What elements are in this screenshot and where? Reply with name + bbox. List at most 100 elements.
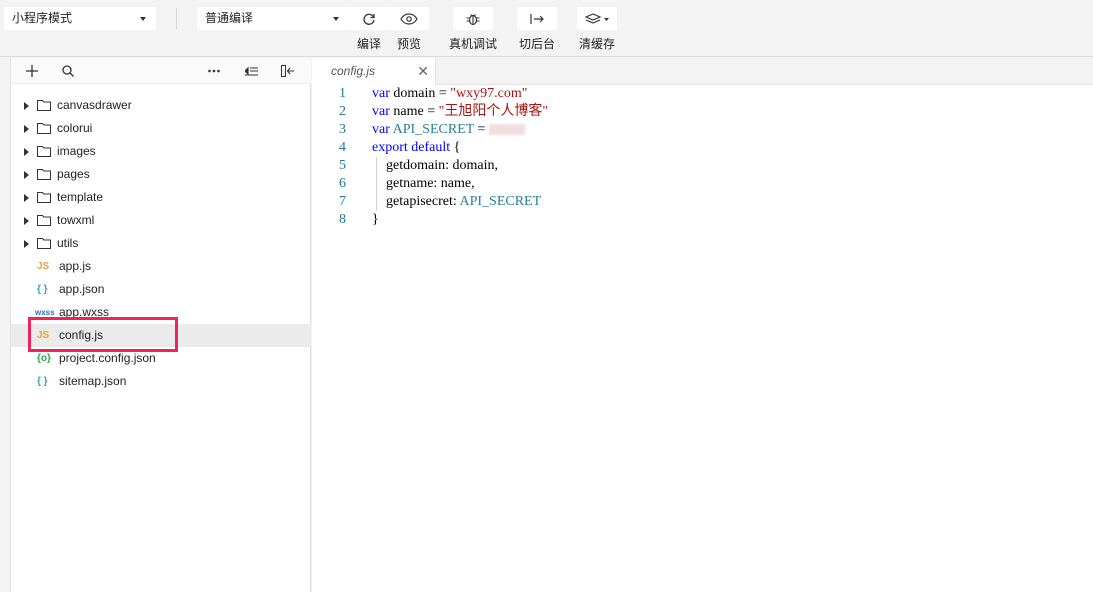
editor-tab-bar: config.js ✕ bbox=[312, 58, 1093, 85]
code-line: 3 var API_SECRET = bbox=[312, 121, 1093, 139]
folder-icon bbox=[37, 146, 51, 157]
folder-icon bbox=[37, 123, 51, 134]
line-number: 7 bbox=[339, 194, 346, 209]
top-toolbar: 小程序模式 普通编译 编译 预览 真机调试 切后台 清缓存 bbox=[0, 0, 1093, 57]
line-text: getname: name, bbox=[372, 176, 475, 191]
folder-label: colorui bbox=[57, 121, 93, 135]
folder-label: canvasdrawer bbox=[57, 98, 132, 112]
folder-item-colorui[interactable]: colorui bbox=[11, 117, 311, 140]
clear-cache-button[interactable] bbox=[577, 7, 617, 30]
mode-select[interactable]: 小程序模式 bbox=[4, 7, 156, 30]
file-label: app.json bbox=[59, 282, 105, 296]
file-item-app-js[interactable]: JS app.js bbox=[11, 255, 311, 278]
code-line: 8 } bbox=[312, 211, 1093, 229]
code-line: 7 getapisecret: API_SECRET bbox=[312, 193, 1093, 211]
code-line: 6 getname: name, bbox=[312, 175, 1093, 193]
device-debug-label: 真机调试 bbox=[449, 37, 498, 51]
folder-icon bbox=[37, 238, 51, 249]
tab-label: config.js bbox=[331, 64, 376, 78]
preview-label: 预览 bbox=[397, 37, 422, 51]
eye-icon bbox=[400, 12, 418, 25]
line-text: var API_SECRET = bbox=[372, 121, 525, 139]
folder-label: towxml bbox=[57, 213, 95, 227]
line-text: export default { bbox=[372, 139, 460, 157]
line-text: var domain = "wxy97.com" bbox=[372, 85, 527, 103]
collapse-panel-icon[interactable] bbox=[281, 64, 295, 78]
json-file-icon: { } bbox=[37, 376, 48, 387]
compile-mode-select[interactable]: 普通编译 bbox=[197, 7, 349, 30]
chevron-right-icon bbox=[24, 148, 29, 156]
code-text: = bbox=[474, 122, 489, 137]
line-number: 3 bbox=[339, 122, 346, 137]
switch-background-button[interactable] bbox=[517, 7, 557, 30]
folder-icon bbox=[37, 192, 51, 203]
folder-item-towxml[interactable]: towxml bbox=[11, 209, 311, 232]
refresh-icon bbox=[363, 13, 375, 25]
json-file-icon: { } bbox=[37, 284, 48, 295]
chevron-right-icon bbox=[24, 102, 29, 110]
folder-icon bbox=[37, 169, 51, 180]
code-text: getapisecret: bbox=[372, 194, 460, 209]
chevron-down-icon bbox=[140, 17, 146, 21]
keyword: var bbox=[372, 122, 390, 137]
tab-config-js[interactable]: config.js ✕ bbox=[312, 58, 436, 85]
file-explorer: canvasdrawer colorui images pages templa… bbox=[10, 58, 311, 592]
preview-button[interactable] bbox=[389, 7, 429, 30]
js-file-icon: JS bbox=[37, 261, 50, 272]
folder-item-template[interactable]: template bbox=[11, 186, 311, 209]
code-editor: config.js ✕ 1 var domain = "wxy97.com" 2… bbox=[312, 58, 1093, 592]
switch-background-label: 切后台 bbox=[519, 37, 556, 51]
chevron-down-icon bbox=[333, 17, 339, 21]
toolbar-divider bbox=[176, 8, 177, 29]
code-line: 4 export default { bbox=[312, 139, 1093, 157]
device-debug-button[interactable] bbox=[453, 7, 493, 30]
code-text: domain = bbox=[389, 86, 451, 101]
line-text: getdomain: domain, bbox=[372, 158, 498, 173]
folder-icon bbox=[37, 100, 51, 111]
mode-select-label: 小程序模式 bbox=[12, 11, 73, 25]
search-icon[interactable] bbox=[61, 64, 75, 78]
more-icon[interactable] bbox=[207, 64, 221, 78]
line-number: 6 bbox=[339, 176, 346, 191]
chevron-right-icon bbox=[24, 171, 29, 179]
chevron-right-icon bbox=[24, 125, 29, 133]
bug-icon bbox=[466, 13, 480, 25]
clear-cache-label: 清缓存 bbox=[579, 37, 616, 51]
folder-item-images[interactable]: images bbox=[11, 140, 311, 163]
compile-label: 编译 bbox=[357, 37, 382, 51]
file-label: app.js bbox=[59, 259, 92, 273]
folder-item-canvasdrawer[interactable]: canvasdrawer bbox=[11, 94, 311, 117]
line-number: 1 bbox=[339, 86, 346, 101]
line-number: 2 bbox=[339, 104, 346, 119]
close-icon[interactable]: ✕ bbox=[417, 58, 429, 85]
chevron-right-icon bbox=[24, 240, 29, 248]
collapse-all-icon[interactable] bbox=[244, 64, 258, 78]
file-item-sitemap-json[interactable]: { } sitemap.json bbox=[11, 370, 311, 393]
chevron-right-icon bbox=[24, 217, 29, 225]
line-number: 4 bbox=[339, 140, 346, 155]
switch-background-icon bbox=[530, 13, 544, 24]
string-literal: "wxy97.com" bbox=[450, 86, 528, 101]
folder-label: template bbox=[57, 190, 104, 204]
redacted-value bbox=[488, 124, 525, 136]
compile-select-label: 普通编译 bbox=[205, 11, 254, 25]
code-text: { bbox=[450, 140, 461, 155]
line-text: var name = "王旭阳个人博客" bbox=[372, 103, 548, 121]
add-icon[interactable] bbox=[25, 64, 39, 78]
code-line: 1 var domain = "wxy97.com" bbox=[312, 85, 1093, 103]
file-label: sitemap.json bbox=[59, 374, 127, 388]
code-line: 5 getdomain: domain, bbox=[312, 157, 1093, 175]
layers-icon bbox=[585, 12, 609, 24]
folder-item-pages[interactable]: pages bbox=[11, 163, 311, 186]
code-content[interactable]: 1 var domain = "wxy97.com" 2 var name = … bbox=[312, 85, 1093, 229]
constant-name: API_SECRET bbox=[459, 194, 542, 209]
folder-item-utils[interactable]: utils bbox=[11, 232, 311, 255]
constant-name: API_SECRET bbox=[389, 122, 475, 137]
folder-label: pages bbox=[57, 167, 90, 181]
file-item-app-json[interactable]: { } app.json bbox=[11, 278, 311, 301]
code-text: name = bbox=[389, 104, 439, 119]
string-literal: "王旭阳个人博客" bbox=[438, 104, 549, 119]
keyword: var bbox=[372, 86, 390, 101]
chevron-right-icon bbox=[24, 194, 29, 202]
compile-button[interactable] bbox=[349, 7, 389, 30]
